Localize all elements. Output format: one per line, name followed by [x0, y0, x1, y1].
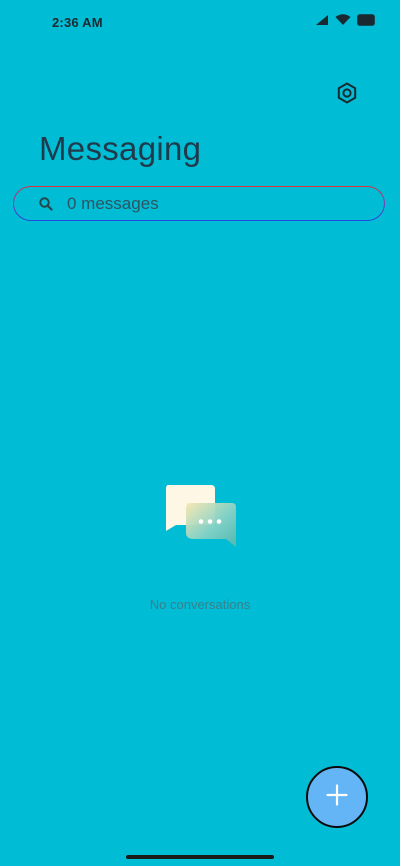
wifi-icon: [335, 14, 351, 26]
status-icons: [315, 14, 376, 26]
battery-icon: [357, 14, 376, 26]
search-bar[interactable]: [13, 186, 385, 221]
new-conversation-button[interactable]: [306, 766, 368, 828]
home-indicator[interactable]: [126, 855, 274, 859]
settings-button[interactable]: [333, 81, 361, 109]
empty-state-text: No conversations: [149, 597, 251, 612]
status-time: 2:36 AM: [52, 15, 103, 30]
settings-icon: [336, 82, 358, 109]
page-title: Messaging: [39, 130, 202, 167]
search-input[interactable]: [67, 194, 367, 214]
plus-icon: [325, 783, 349, 812]
conversation-bubbles-icon: [164, 483, 238, 549]
search-icon: [38, 196, 54, 212]
signal-icon: [315, 14, 329, 26]
status-bar: 2:36 AM: [0, 0, 400, 44]
